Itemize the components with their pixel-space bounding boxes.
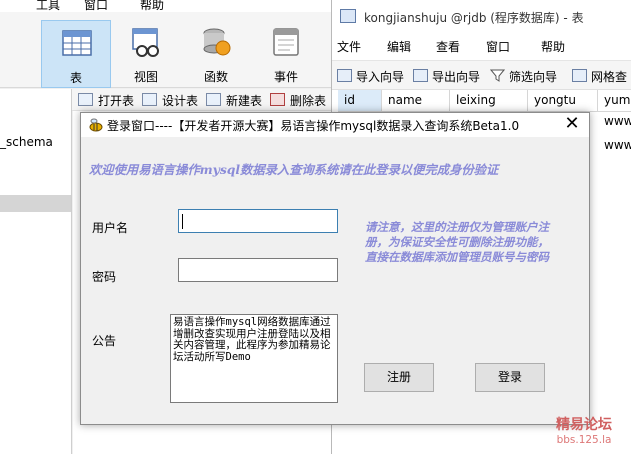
filter-icon <box>489 69 506 82</box>
tree-selected-row[interactable] <box>0 195 71 212</box>
grid-view-label: 网格查 <box>591 70 628 84</box>
view-icon <box>132 28 159 57</box>
column-header-yongtu[interactable]: yongtu <box>528 90 598 112</box>
bee-app-icon <box>89 118 103 132</box>
ribbon-event-label: 事件 <box>273 70 298 84</box>
tw-menu-window[interactable]: 窗口 <box>486 38 510 55</box>
tw-menu-help[interactable]: 帮助 <box>541 38 565 55</box>
event-icon <box>273 28 299 56</box>
main-ribbon: 表 视图 函数 事件 <box>0 12 331 88</box>
open-table-icon <box>78 93 93 106</box>
notice-textarea[interactable]: 易语言操作mysql网络数据库通过增删改查实现用户注册登陆以及相关内容管理，此程… <box>170 314 338 403</box>
ribbon-function-label: 函数 <box>203 70 228 84</box>
login-dialog-title: 登录窗口----【开发者开源大赛】易语言操作mysql数据录入查询系统Beta1… <box>107 119 520 133</box>
menu-window[interactable]: 窗口 <box>84 0 108 12</box>
text-caret <box>182 214 183 229</box>
delete-table-button[interactable]: 删除表 <box>270 92 326 108</box>
table-window-menubar: 文件 编辑 查看 窗口 帮助 <box>332 32 631 60</box>
welcome-message: 欢迎使用易语言操作mysql数据录入查询系统请在此登录以便完成身份验证 <box>89 162 499 177</box>
password-input[interactable] <box>178 258 338 282</box>
tw-menu-view[interactable]: 查看 <box>436 38 460 55</box>
connection-tree[interactable]: _schema <box>0 89 72 454</box>
export-wizard-button[interactable]: 导出向导 <box>413 68 480 85</box>
login-dialog-titlebar: 登录窗口----【开发者开源大赛】易语言操作mysql数据录入查询系统Beta1… <box>81 113 589 137</box>
design-table-button[interactable]: 设计表 <box>142 92 198 108</box>
menu-help[interactable]: 帮助 <box>140 0 164 12</box>
ribbon-table-label: 表 <box>69 71 82 85</box>
table-window-titlebar: kongjianshuju @rjdb (程序数据库) - 表 <box>332 0 631 32</box>
forum-watermark: 精易论坛 bbs.125.la <box>556 414 612 446</box>
column-header-yumi[interactable]: yumi <box>598 90 631 112</box>
username-input[interactable] <box>178 209 338 233</box>
menu-tools[interactable]: 工具 <box>36 0 60 12</box>
grid-icon <box>572 69 587 82</box>
new-table-button[interactable]: 新建表 <box>206 92 262 108</box>
tw-menu-file[interactable]: 文件 <box>337 38 361 55</box>
open-table-button[interactable]: 打开表 <box>78 92 134 108</box>
tw-menu-edit[interactable]: 编辑 <box>387 38 411 55</box>
username-label: 用户名 <box>92 221 129 235</box>
ribbon-event-button[interactable]: 事件 <box>251 20 321 88</box>
new-table-icon <box>206 93 221 106</box>
open-table-label: 打开表 <box>98 94 135 108</box>
delete-table-icon <box>270 93 285 106</box>
table-window-title: kongjianshuju @rjdb (程序数据库) - 表 <box>364 11 584 25</box>
delete-table-label: 删除表 <box>290 94 327 108</box>
ribbon-function-button[interactable]: 函数 <box>181 20 251 88</box>
registration-note: 请注意，这里的注册仅为管理账户注册，为保证安全性可删除注册功能，直接在数据库添加… <box>365 220 549 264</box>
notice-label: 公告 <box>92 334 117 348</box>
table-window-toolbar: 导入向导 导出向导 筛选向导 网格查 <box>332 60 631 90</box>
table-window-icon <box>340 9 356 23</box>
column-header-name[interactable]: name <box>382 90 450 112</box>
function-icon <box>203 28 231 56</box>
close-icon[interactable]: ✕ <box>555 113 589 137</box>
main-menubar: 工具 窗口 帮助 <box>0 0 331 12</box>
watermark-line2: bbs.125.la <box>556 434 612 446</box>
register-button[interactable]: 注册 <box>364 363 434 392</box>
import-wizard-button[interactable]: 导入向导 <box>337 68 404 85</box>
password-label: 密码 <box>92 270 117 284</box>
design-table-icon <box>142 93 157 106</box>
new-table-label: 新建表 <box>226 94 263 108</box>
import-wizard-label: 导入向导 <box>356 70 405 84</box>
import-icon <box>337 69 352 82</box>
filter-wizard-label: 筛选向导 <box>509 70 558 84</box>
column-header-leixing[interactable]: leixing <box>450 90 528 112</box>
table-icon <box>62 30 92 56</box>
watermark-line1: 精易论坛 <box>556 417 612 433</box>
grid-view-button[interactable]: 网格查 <box>572 68 627 85</box>
login-button[interactable]: 登录 <box>475 363 545 392</box>
object-toolbar: 打开表 设计表 新建表 删除表 <box>72 89 331 111</box>
design-table-label: 设计表 <box>162 94 199 108</box>
export-wizard-label: 导出向导 <box>432 70 481 84</box>
column-header-id[interactable]: id <box>338 90 382 112</box>
ribbon-view-button[interactable]: 视图 <box>111 20 181 88</box>
ribbon-table-button[interactable]: 表 <box>41 20 111 88</box>
login-dialog: 登录窗口----【开发者开源大赛】易语言操作mysql数据录入查询系统Beta1… <box>80 112 590 425</box>
filter-wizard-button[interactable]: 筛选向导 <box>489 68 558 85</box>
ribbon-view-label: 视图 <box>133 70 158 84</box>
export-icon <box>413 69 428 82</box>
tree-schema-item[interactable]: _schema <box>0 135 53 149</box>
